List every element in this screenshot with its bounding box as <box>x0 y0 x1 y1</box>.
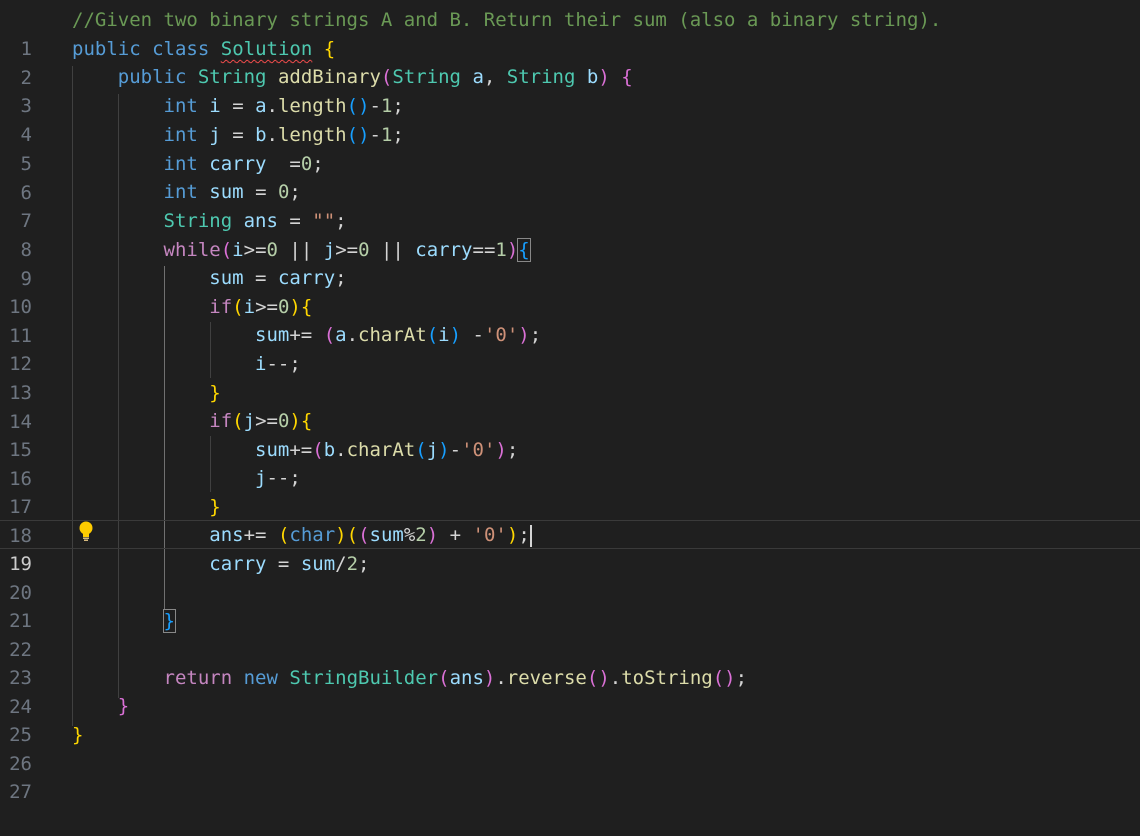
code-line-22[interactable]: 22 } <box>0 607 1140 661</box>
code-line-4[interactable]: 4 int i = a.length()-1; <box>0 92 1140 146</box>
lightbulb-icon[interactable] <box>78 520 94 542</box>
code-line-16[interactable]: 16 sum+=(b.charAt(j)-'0'); <box>0 436 1140 490</box>
code-line-8[interactable]: 8 String ans = ""; <box>0 207 1140 261</box>
code-line-5[interactable]: 5 int j = b.length()-1; <box>0 121 1140 175</box>
code-line-24[interactable]: 24 return new StringBuilder(ans).reverse… <box>0 664 1140 718</box>
code-comment: //Given two binary strings A and B. Retu… <box>72 9 942 31</box>
code-line-13[interactable]: 13 i--; <box>0 350 1140 404</box>
code-line-20[interactable]: 20 carry = sum/2; <box>0 550 1140 604</box>
code-line-1[interactable]: 1 //Given two binary strings A and B. Re… <box>0 6 1140 60</box>
code-line-21[interactable]: 21 <box>0 578 1140 632</box>
code-line-11[interactable]: 11 if(i>=0){ <box>0 293 1140 347</box>
code-line-17[interactable]: 17 j--; <box>0 464 1140 518</box>
line-number: 27 <box>9 780 32 803</box>
matched-bracket-open: { <box>517 238 531 262</box>
code-line-2[interactable]: 2 public class Solution { <box>0 35 1140 89</box>
code-line-27[interactable]: 27 <box>0 749 1140 803</box>
code-line-15[interactable]: 15 if(j>=0){ <box>0 407 1140 461</box>
code-line-3[interactable]: 3 public String addBinary(String a, Stri… <box>0 63 1140 117</box>
code-line-23[interactable]: 23 <box>0 635 1140 689</box>
code-line-12[interactable]: 12 sum+= (a.charAt(i) -'0'); <box>0 321 1140 375</box>
matched-bracket-close: } <box>162 609 177 633</box>
code-line-9[interactable]: 9 while(i>=0 || j>=0 || carry==1){ <box>0 236 1140 290</box>
code-editor[interactable]: 1 //Given two binary strings A and B. Re… <box>0 0 1140 803</box>
code-line-19-active[interactable]: 19 ans+= (char)((sum%2) + '0'); <box>0 520 1140 575</box>
code-line-10[interactable]: 10 sum = carry; <box>0 264 1140 318</box>
code-line-6[interactable]: 6 int carry =0; <box>0 150 1140 204</box>
code-line-14[interactable]: 14 } <box>0 379 1140 433</box>
class-name-error[interactable]: Solution <box>221 38 313 60</box>
code-line-25[interactable]: 25 } <box>0 692 1140 746</box>
code-line-18[interactable]: 18 } <box>0 493 1140 547</box>
text-cursor <box>529 524 532 547</box>
code-line-7[interactable]: 7 int sum = 0; <box>0 178 1140 232</box>
code-line-26[interactable]: 26 } <box>0 721 1140 775</box>
